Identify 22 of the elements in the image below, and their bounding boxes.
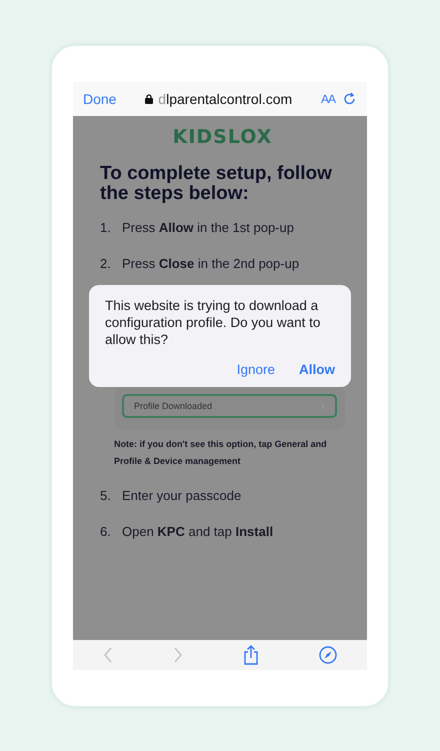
step-text: Press Allow in the 1st pop-up <box>122 220 294 237</box>
heading: To complete setup, follow the steps below: <box>100 164 333 204</box>
url-text[interactable]: dlparentalcontrol.com <box>158 90 292 106</box>
step-text: Open KPC and tap Install <box>122 524 274 541</box>
done-button[interactable]: Done <box>83 90 116 106</box>
reload-icon[interactable] <box>343 92 357 106</box>
dialog-button[interactable]: Allow <box>299 362 335 376</box>
logo: KIDSLOX <box>172 126 272 148</box>
step-text: Enter your passcode <box>122 488 242 505</box>
lock-icon <box>145 94 154 104</box>
text-size-button[interactable]: AA <box>320 92 335 106</box>
step-number: 5. <box>100 488 112 504</box>
dialog-button[interactable]: Ignore <box>236 362 275 376</box>
share-icon[interactable] <box>243 644 259 664</box>
step-number: 2. <box>100 256 112 272</box>
dialog-message: This website is trying to download a configuration profile. Do you want to allow this? <box>105 296 322 348</box>
step-number: 1. <box>100 220 112 236</box>
profile-row: Profile Downloaded <box>122 394 337 418</box>
step-number: 6. <box>100 524 112 540</box>
note-text: Note: if you don't see this option, tap General and Profile & Device management <box>114 438 328 468</box>
step-text: Press Close in the 2nd pop-up <box>122 256 300 273</box>
compass-icon[interactable] <box>319 646 337 664</box>
